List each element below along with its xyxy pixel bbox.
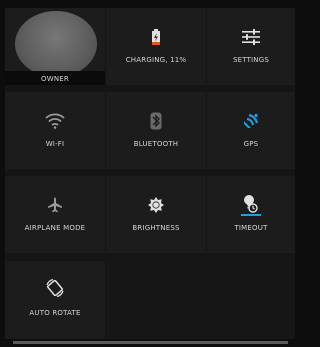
wifi-icon: [5, 110, 105, 132]
owner-tile[interactable]: OWNER: [5, 8, 105, 85]
charging-label: CHARGING, 11%: [125, 56, 187, 64]
airplane-mode-label: AIRPLANE MODE: [24, 224, 86, 232]
gps-icon: [207, 110, 295, 132]
airplane-mode-tile[interactable]: AIRPLANE MODE: [5, 176, 105, 253]
brightness-icon: [106, 194, 206, 216]
quick-settings-panel: OWNER CHARGING, 11% SETTINGS WI-FI BLUET…: [5, 8, 295, 339]
battery-charging-icon: [106, 26, 206, 48]
charging-tile[interactable]: CHARGING, 11%: [106, 8, 206, 85]
settings-label: SETTINGS: [232, 56, 270, 64]
auto-rotate-tile[interactable]: AUTO ROTATE: [5, 261, 105, 339]
owner-label: OWNER: [41, 75, 69, 83]
auto-rotate-icon: [5, 277, 105, 299]
settings-sliders-icon: [207, 26, 295, 48]
brightness-label: BRIGHTNESS: [132, 224, 180, 232]
timeout-tile[interactable]: TIMEOUT: [207, 176, 295, 253]
empty-tile-area: [106, 261, 295, 339]
scroll-indicator-bar[interactable]: [13, 341, 288, 344]
bluetooth-icon: [106, 110, 206, 132]
wifi-label: WI-FI: [45, 140, 65, 148]
settings-tile[interactable]: SETTINGS: [207, 8, 295, 85]
gps-label: GPS: [243, 140, 259, 148]
auto-rotate-label: AUTO ROTATE: [29, 309, 81, 317]
brightness-tile[interactable]: BRIGHTNESS: [106, 176, 206, 253]
bluetooth-label: BLUETOOTH: [133, 140, 179, 148]
gps-tile[interactable]: GPS: [207, 92, 295, 169]
bluetooth-tile[interactable]: BLUETOOTH: [106, 92, 206, 169]
timeout-icon: [207, 194, 295, 216]
airplane-icon: [5, 194, 105, 216]
wifi-tile[interactable]: WI-FI: [5, 92, 105, 169]
avatar: [15, 11, 97, 77]
timeout-label: TIMEOUT: [234, 224, 268, 232]
